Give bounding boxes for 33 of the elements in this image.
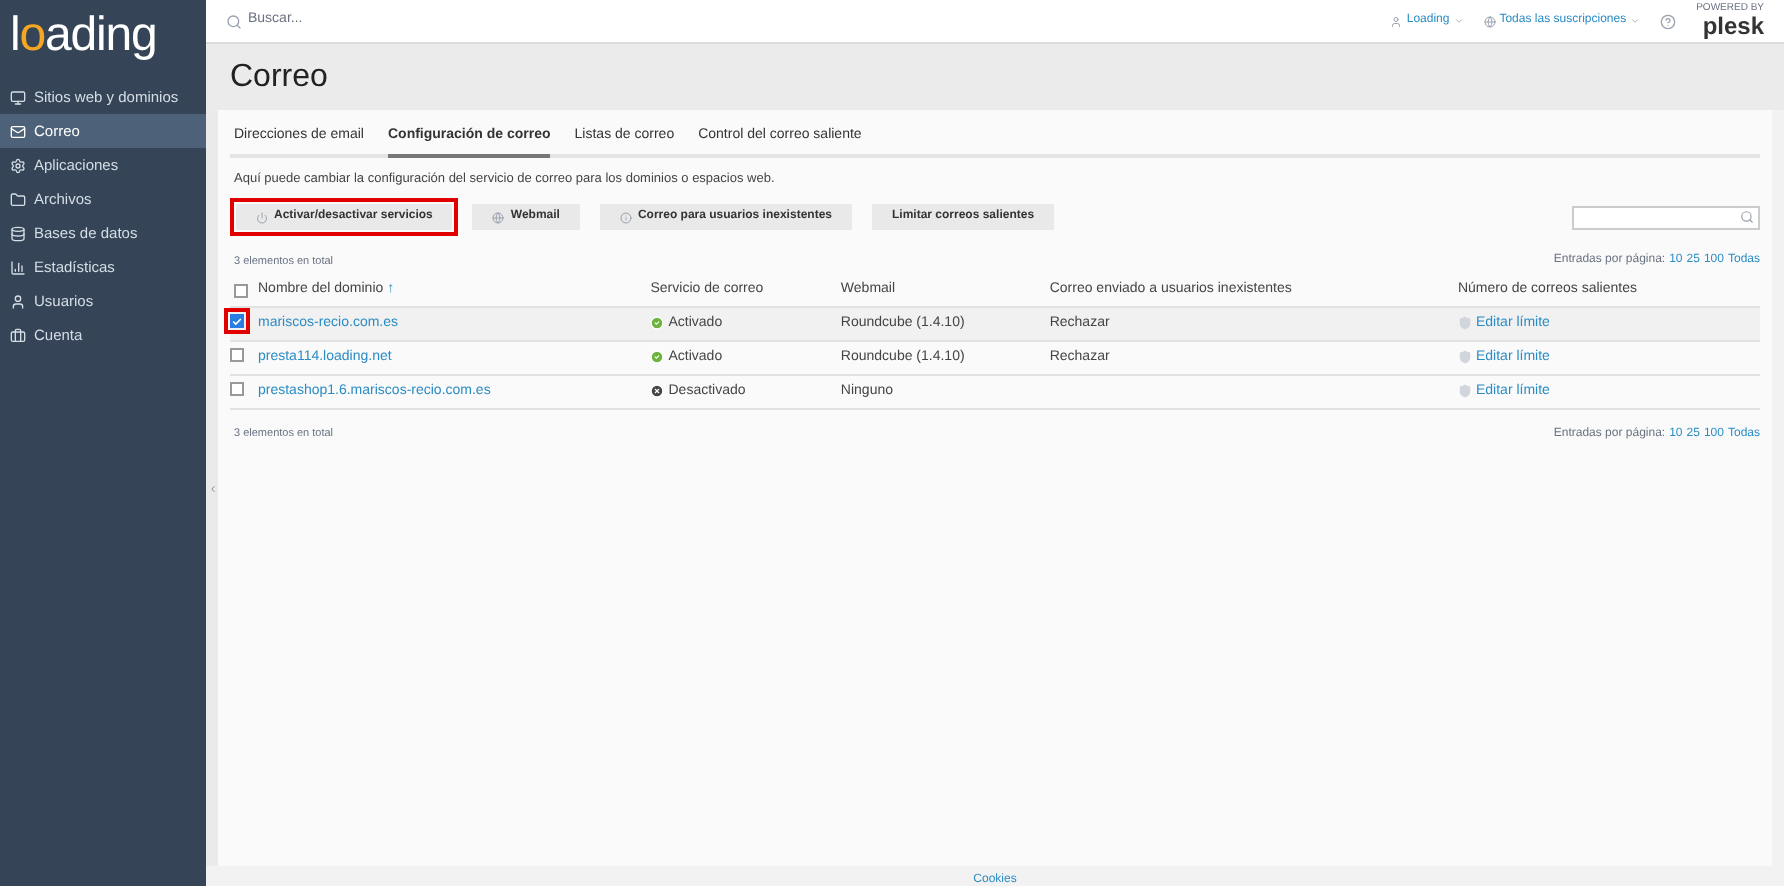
brand-logo: plesk — [1702, 14, 1764, 38]
logo: loading — [8, 6, 159, 66]
user-icon — [1390, 15, 1403, 27]
row-checkbox[interactable] — [230, 382, 244, 397]
row-checkbox[interactable] — [230, 314, 244, 329]
user-icon — [10, 293, 26, 309]
monitor-icon — [10, 89, 26, 105]
globe-icon — [1483, 15, 1496, 27]
page-title: Correo — [230, 57, 328, 97]
select-all-checkbox[interactable] — [234, 283, 248, 297]
globe-icon — [492, 211, 505, 224]
collapse-icon[interactable] — [207, 483, 217, 493]
shield-icon — [1457, 350, 1472, 365]
briefcase-icon — [10, 327, 26, 343]
info-icon — [619, 211, 632, 224]
shield-icon — [1457, 316, 1472, 331]
database-icon — [10, 225, 26, 241]
search-icon — [1740, 210, 1754, 225]
search-icon — [226, 13, 242, 29]
folder-icon — [10, 191, 26, 207]
gear-icon — [10, 157, 26, 173]
shield-icon — [1457, 384, 1472, 399]
envelope-icon — [10, 123, 26, 139]
bar-chart-icon — [10, 259, 26, 275]
filter-field[interactable] — [1572, 205, 1760, 230]
help-icon[interactable] — [1660, 13, 1677, 29]
power-icon — [256, 211, 268, 224]
caret-icon — [1630, 16, 1641, 26]
check-circle-icon — [650, 350, 665, 365]
caret-icon — [1453, 16, 1464, 26]
check-circle-icon — [650, 316, 665, 331]
x-circle-icon — [650, 384, 665, 399]
row-checkbox[interactable] — [230, 348, 244, 363]
